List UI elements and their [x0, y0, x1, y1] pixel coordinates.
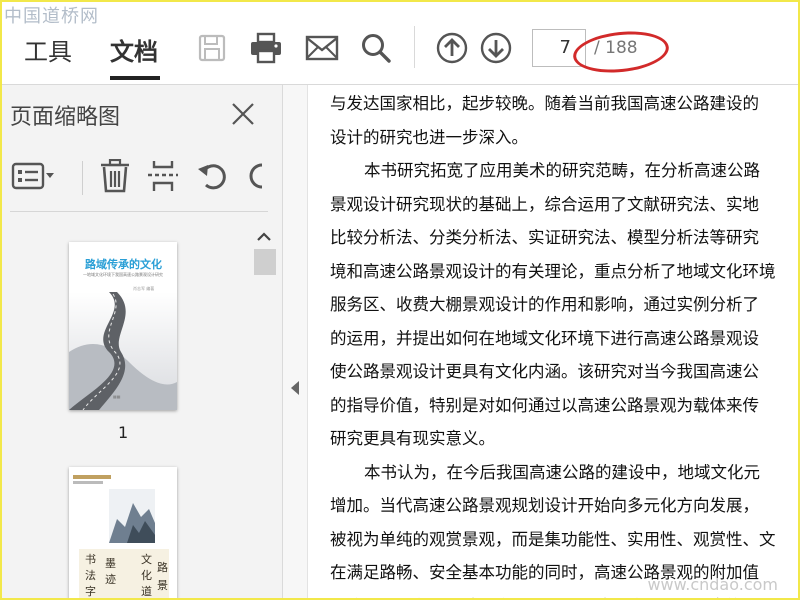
document-line: 的运用，并提出如何在地域文化环境下进行高速公路景观设 — [330, 328, 759, 348]
rotate-clockwise-icon[interactable] — [242, 157, 266, 195]
scrollbar-thumb[interactable] — [254, 249, 276, 275]
thumbnail-calligraphy-image: 书法字 墨迹 文化道 路景 — [79, 549, 169, 598]
search-icon[interactable] — [358, 30, 394, 66]
watermark-bottom: www.cndao.com — [647, 575, 778, 594]
svg-text:法: 法 — [85, 568, 96, 582]
cover-road-illustration — [69, 292, 177, 410]
tab-document[interactable]: 文档 — [110, 32, 158, 67]
document-line: 被视为单纯的观赏景观，而是集功能性、实用性、观赏性、文 — [330, 529, 776, 549]
email-icon[interactable] — [304, 30, 340, 66]
thumbnail-page-2[interactable]: 书法字 墨迹 文化道 路景 — [69, 467, 177, 598]
chevron-up-icon[interactable] — [254, 227, 274, 247]
close-icon[interactable] — [230, 101, 256, 127]
extract-pages-icon[interactable] — [144, 157, 182, 195]
print-icon[interactable] — [248, 30, 284, 66]
next-page-icon[interactable] — [478, 30, 514, 66]
svg-text:迹: 迹 — [105, 573, 116, 586]
red-highlight-circle — [571, 27, 671, 77]
svg-text:字: 字 — [85, 584, 96, 598]
document-line: 设计的研究也进一步深入。 — [330, 127, 528, 147]
document-line: 服务区、收费大棚景观设计的作用和影响，通过实例分析了 — [330, 295, 759, 314]
svg-text:书: 书 — [85, 553, 96, 566]
page-thumbnails-panel: 页面缩略图 路域传承的文化 —地域文化环境下我国高速公路景观设计研究 肖志军 编… — [2, 85, 283, 598]
panel-collapse-handle[interactable] — [283, 85, 308, 598]
document-line: 本书认为，在今后我国高速公路的建设中，地域文化元 — [364, 462, 760, 482]
top-toolbar: 工具 文档 7 / 188 — [2, 2, 798, 85]
thumbnail-cover-subtitle: —地域文化环境下我国高速公路景观设计研究 — [83, 272, 163, 277]
thumbnail-subtitle-mark — [73, 481, 103, 484]
app-window: 中国道桥网 www.cndao.com 工具 文档 7 / 188 页面缩略图 … — [0, 0, 800, 600]
trash-icon[interactable] — [96, 157, 134, 195]
svg-text:景: 景 — [157, 579, 168, 592]
panel-title: 页面缩略图 — [10, 105, 121, 130]
panel-divider — [10, 211, 268, 212]
document-line: 境和高速公路景观设计的有关理论，重点分析了地域文化环境 — [330, 261, 776, 281]
thumbnail-page-label: 1 — [118, 423, 129, 442]
tab-tools[interactable]: 工具 — [24, 32, 72, 67]
svg-text:墨: 墨 — [105, 557, 116, 570]
document-line: 景观设计研究现状的基础上，综合运用了文献研究法、实地 — [330, 194, 759, 214]
active-tab-indicator — [110, 76, 160, 80]
document-line: 的指导价值，特别是对如何通过以高速公路景观为载体来传 — [330, 395, 759, 415]
thumbnail-publisher-mark: ▦▦ — [113, 394, 121, 399]
thumbnail-toolbar — [2, 147, 282, 205]
watermark-top: 中国道桥网 — [4, 6, 99, 27]
document-line: 增加。当代高速公路景观规划设计开始向多元化方向发展， — [330, 496, 759, 515]
document-line: 本书研究拓宽了应用美术的研究范畴，在分析高速公路 — [364, 161, 760, 180]
save-icon[interactable] — [194, 30, 230, 66]
document-line: 使公路景观设计更具有文化内涵。该研究对当今我国高速公 — [330, 362, 759, 381]
svg-text:文: 文 — [141, 552, 152, 566]
thumbnail-page-1[interactable]: 路域传承的文化 —地域文化环境下我国高速公路景观设计研究 肖志军 编著 ▦▦ — [69, 242, 177, 410]
thumbnail-title-mark — [73, 475, 111, 479]
document-line: 与发达国家相比，起步较晚。随着当前我国高速公路建设的 — [330, 94, 759, 113]
toolbar-divider — [414, 26, 415, 68]
document-line: 研究更具有现实意义。 — [330, 429, 495, 448]
thumbnail-cover-title: 路域传承的文化 — [85, 258, 162, 271]
document-line: 比较分析法、分类分析法、实证研究法、模型分析法等研究 — [330, 228, 759, 247]
svg-text:道: 道 — [141, 584, 152, 598]
document-text: 与发达国家相比，起步较晚。随着当前我国高速公路建设的 设计的研究也进一步深入。本书… — [330, 87, 798, 598]
previous-page-icon[interactable] — [434, 30, 470, 66]
svg-text:化: 化 — [141, 568, 152, 582]
options-menu-icon[interactable] — [10, 157, 58, 195]
thumbnail-scrollbar[interactable] — [252, 223, 276, 598]
thumbnail-landscape-image — [109, 489, 155, 543]
rotate-counterclockwise-icon[interactable] — [194, 157, 232, 195]
svg-text:路: 路 — [157, 561, 168, 574]
thumbnail-toolbar-divider — [82, 161, 83, 195]
document-view[interactable]: 与发达国家相比，起步较晚。随着当前我国高速公路建设的 设计的研究也进一步深入。本书… — [308, 85, 798, 598]
collapse-arrow-icon[interactable] — [291, 381, 299, 395]
